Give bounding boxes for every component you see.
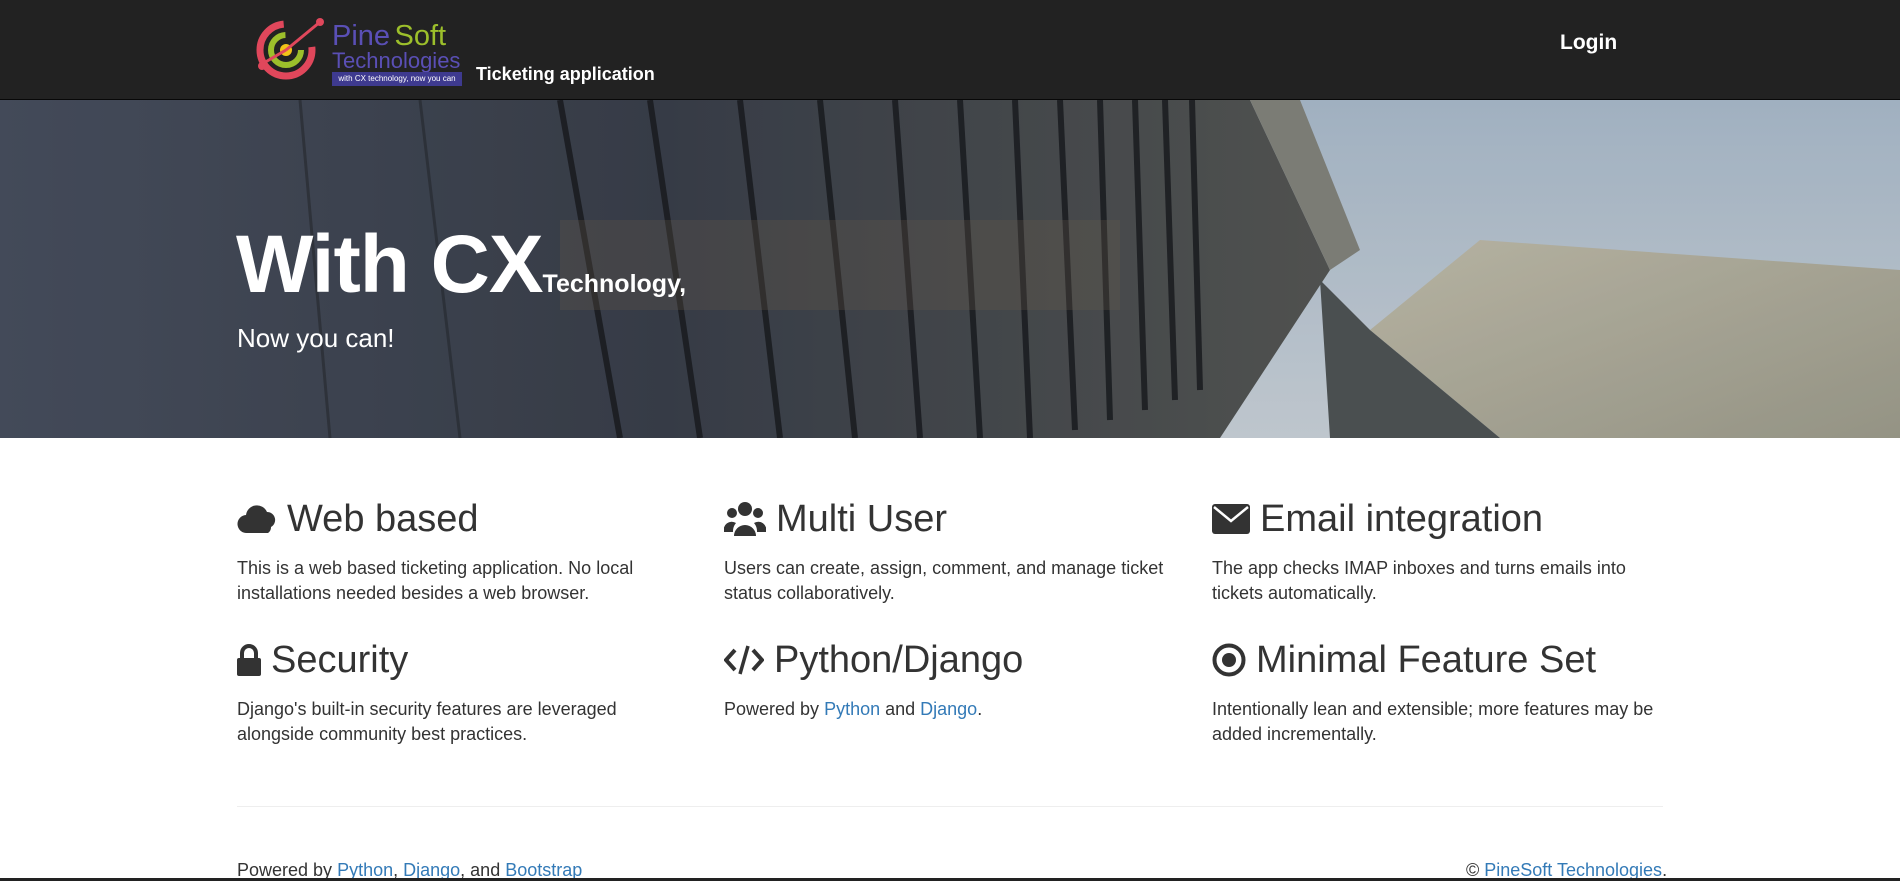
django-link[interactable]: Django: [920, 699, 977, 719]
python-link[interactable]: Python: [824, 699, 880, 719]
feature-text: Powered by Python and Django.: [724, 697, 1184, 722]
feature-text-suffix: .: [977, 699, 983, 719]
cloud-icon: [237, 503, 277, 535]
hero-title-small: Technology,: [542, 270, 687, 298]
company-link[interactable]: PineSoft Technologies: [1484, 860, 1662, 880]
feature-title: Multi User: [776, 497, 948, 540]
feature-title: Python/Django: [774, 638, 1024, 681]
feature-heading: Minimal Feature Set: [1212, 637, 1672, 683]
navbar: Pine Soft Technologies with CX technolog…: [0, 0, 1900, 100]
users-icon: [724, 500, 766, 538]
feature-email-integration: Email integration The app checks IMAP in…: [1212, 496, 1672, 606]
feature-text-prefix: Powered by: [724, 699, 825, 719]
brand-logo[interactable]: Pine Soft Technologies with CX technolog…: [252, 14, 462, 86]
feature-title: Email integration: [1260, 497, 1544, 540]
feature-minimal-feature-set: Minimal Feature Set Intentionally lean a…: [1212, 637, 1672, 747]
hero-title: With CXTechnology,: [236, 218, 686, 312]
feature-title: Minimal Feature Set: [1256, 638, 1597, 681]
app-name[interactable]: Ticketing application: [476, 64, 655, 85]
hero-title-big: With CX: [236, 219, 544, 310]
feature-title: Security: [271, 638, 409, 681]
feature-text: This is a web based ticketing applicatio…: [237, 558, 634, 603]
bullseye-icon: [1212, 643, 1246, 677]
footer-bootstrap-link[interactable]: Bootstrap: [505, 860, 582, 880]
feature-multi-user: Multi User Users can create, assign, com…: [724, 496, 1184, 606]
footer-python-link[interactable]: Python: [337, 860, 393, 880]
brand-tagline: with CX technology, now you can: [332, 72, 462, 86]
feature-heading: Python/Django: [724, 637, 1184, 683]
code-icon: [724, 644, 764, 676]
feature-text-mid: and: [880, 699, 921, 719]
envelope-icon: [1212, 504, 1250, 534]
footer-django-link[interactable]: Django: [403, 860, 460, 880]
logo-icon: [256, 18, 324, 80]
feature-text: Django's built-in security features are …: [237, 699, 617, 744]
feature-heading: Web based: [237, 496, 697, 542]
copyright-symbol: ©: [1466, 860, 1485, 880]
feature-web-based: Web based This is a web based ticketing …: [237, 496, 697, 606]
lock-icon: [237, 644, 261, 676]
login-link[interactable]: Login: [1560, 31, 1617, 55]
footer-sep: , and: [460, 860, 506, 880]
feature-title: Web based: [287, 497, 479, 540]
feature-text: Users can create, assign, comment, and m…: [724, 558, 1164, 603]
feature-text: The app checks IMAP inboxes and turns em…: [1212, 558, 1626, 603]
feature-heading: Security: [237, 637, 697, 683]
footer-divider: [237, 806, 1663, 807]
footer-sep: ,: [393, 860, 404, 880]
feature-python-django: Python/Django Powered by Python and Djan…: [724, 637, 1184, 722]
footer-prefix: Powered by: [237, 860, 338, 880]
feature-heading: Multi User: [724, 496, 1184, 542]
feature-security: Security Django's built-in security feat…: [237, 637, 697, 747]
feature-heading: Email integration: [1212, 496, 1672, 542]
copyright-suffix: .: [1662, 860, 1668, 880]
hero-subtitle: Now you can!: [237, 323, 395, 353]
brand-technologies: Technologies: [332, 48, 461, 73]
brand-name: Pine Soft: [332, 22, 446, 51]
hero-banner: With CXTechnology, Now you can!: [0, 100, 1900, 438]
feature-text: Intentionally lean and extensible; more …: [1212, 699, 1654, 744]
